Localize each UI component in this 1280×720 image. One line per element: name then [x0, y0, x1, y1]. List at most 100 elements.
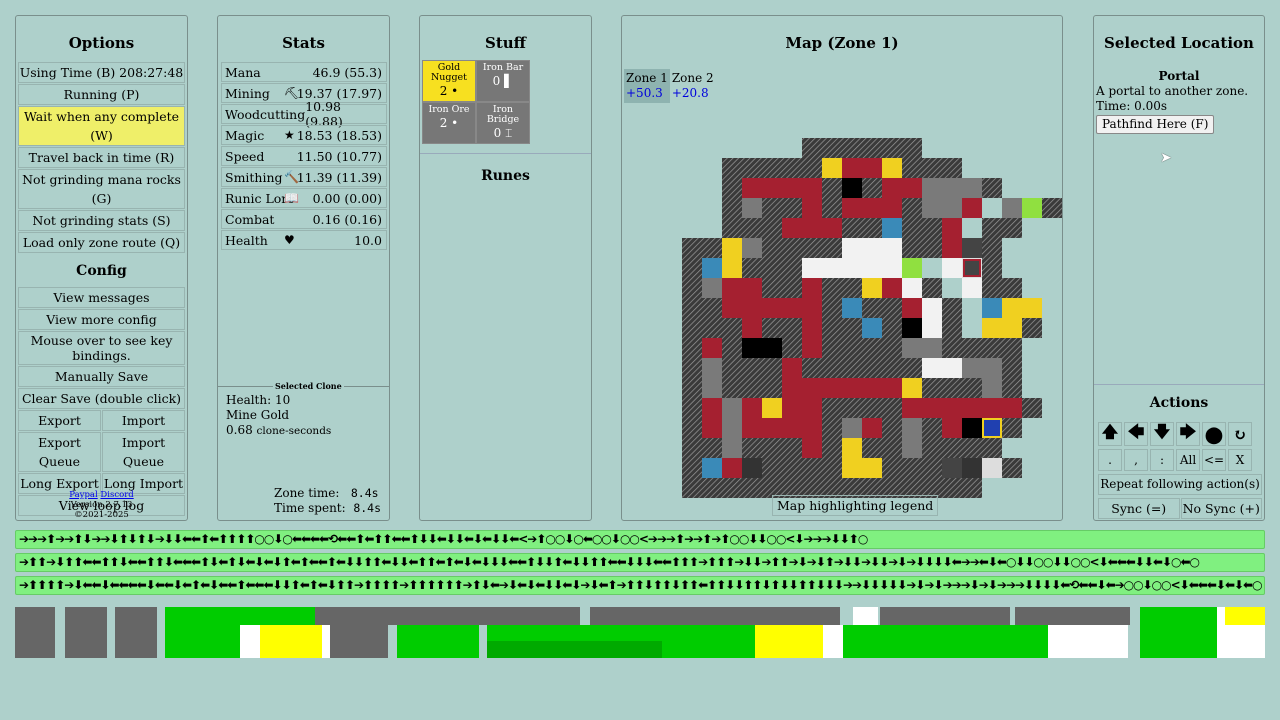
map-tile[interactable] [722, 378, 742, 398]
map-tile[interactable] [982, 358, 1002, 378]
map-tile[interactable] [1002, 198, 1022, 218]
map-tile[interactable] [902, 258, 922, 278]
map-tile[interactable] [742, 178, 762, 198]
map-tile[interactable] [942, 318, 962, 338]
map-tile[interactable] [802, 378, 822, 398]
map-tile[interactable] [842, 358, 862, 378]
map-tile[interactable] [702, 258, 722, 278]
map-tile[interactable] [922, 398, 942, 418]
map-tile[interactable] [1022, 398, 1042, 418]
map-tile[interactable] [702, 418, 722, 438]
map-tile[interactable] [762, 458, 782, 478]
map-tile[interactable] [702, 478, 722, 498]
map-tile[interactable] [742, 198, 762, 218]
map-tile[interactable] [762, 398, 782, 418]
map-tile[interactable] [762, 358, 782, 378]
map-tile[interactable] [842, 178, 862, 198]
map-tile[interactable] [862, 258, 882, 278]
map-tile[interactable] [882, 178, 902, 198]
map-tile[interactable] [802, 258, 822, 278]
map-tile[interactable] [782, 338, 802, 358]
discord-link[interactable]: Discord [100, 490, 133, 500]
map-tile[interactable] [722, 198, 742, 218]
map-tile[interactable] [1002, 218, 1022, 238]
map-tile[interactable] [942, 178, 962, 198]
map-tile[interactable] [802, 218, 822, 238]
map-tile[interactable] [882, 418, 902, 438]
map-tile[interactable] [802, 438, 822, 458]
map-tile[interactable] [922, 438, 942, 458]
map-tile[interactable] [782, 258, 802, 278]
stat-row-smithing[interactable]: Smithing 🔨 11.39 (11.39) [221, 167, 387, 187]
paypal-link[interactable]: Paypal [69, 490, 97, 500]
map-tile[interactable] [782, 418, 802, 438]
map-tile[interactable] [942, 438, 962, 458]
map-tile[interactable] [822, 398, 842, 418]
map-tile[interactable] [922, 278, 942, 298]
map-tile[interactable] [782, 238, 802, 258]
map-tile[interactable] [682, 478, 702, 498]
wait-when-complete-button[interactable]: Wait when any complete (W) [18, 106, 185, 146]
map-tile[interactable] [922, 318, 942, 338]
map-tile[interactable] [842, 458, 862, 478]
map-tile[interactable] [902, 438, 922, 458]
map-tile[interactable] [962, 178, 982, 198]
map-tile[interactable] [882, 278, 902, 298]
map-tile[interactable] [802, 418, 822, 438]
map-tile[interactable] [882, 138, 902, 158]
running-toggle-button[interactable]: Running (P) [18, 84, 185, 105]
map-tile[interactable] [862, 398, 882, 418]
map-tile[interactable] [862, 458, 882, 478]
map-tile[interactable] [882, 338, 902, 358]
grind-stats-button[interactable]: Not grinding stats (S) [18, 210, 185, 231]
map-tile[interactable] [782, 198, 802, 218]
map-tile[interactable] [902, 278, 922, 298]
map-tile[interactable] [1022, 298, 1042, 318]
map-tile[interactable] [762, 438, 782, 458]
map-tile[interactable] [742, 298, 762, 318]
clear-button[interactable]: X [1228, 449, 1252, 471]
map-tile[interactable] [842, 438, 862, 458]
map-tile[interactable] [782, 458, 802, 478]
map-tile[interactable] [1002, 318, 1022, 338]
map-tile[interactable] [982, 298, 1002, 318]
map-tile[interactable] [882, 258, 902, 278]
map-tile[interactable] [922, 378, 942, 398]
map-tile[interactable] [1002, 298, 1022, 318]
map-tile[interactable] [942, 378, 962, 398]
map-tile[interactable] [982, 398, 1002, 418]
map-tile[interactable] [722, 218, 742, 238]
map-tile[interactable] [982, 338, 1002, 358]
map-tile[interactable] [802, 138, 822, 158]
map-tile[interactable] [942, 458, 962, 478]
map-tile[interactable] [862, 218, 882, 238]
map-tile[interactable] [982, 218, 1002, 238]
map-tile[interactable] [702, 318, 722, 338]
map-tile[interactable] [782, 398, 802, 418]
map-tile[interactable] [802, 198, 822, 218]
map-tile[interactable] [942, 358, 962, 378]
map-tile[interactable] [842, 298, 862, 318]
map-tile[interactable] [682, 258, 702, 278]
map-tile[interactable] [782, 278, 802, 298]
up-arrow-button[interactable]: 🡅 [1098, 422, 1122, 446]
comma-key-button[interactable]: , [1124, 449, 1148, 471]
map-tile[interactable] [902, 418, 922, 438]
travel-back-button[interactable]: Travel back in time (R) [18, 147, 185, 168]
map-tile[interactable] [882, 218, 902, 238]
item-iron-ore[interactable]: Iron Ore 2 • [422, 102, 476, 144]
map-tile[interactable] [902, 198, 922, 218]
zone-route-button[interactable]: Load only zone route (Q) [18, 232, 185, 253]
map-tile[interactable] [982, 378, 1002, 398]
map-legend-button[interactable]: Map highlighting legend [772, 495, 939, 516]
map-tile[interactable] [922, 358, 942, 378]
map-tile[interactable] [822, 238, 842, 258]
map-tile[interactable] [722, 338, 742, 358]
map-tile[interactable] [842, 218, 862, 238]
map-tile[interactable] [742, 258, 762, 278]
map-tile[interactable] [722, 358, 742, 378]
map-tile[interactable] [1042, 198, 1062, 218]
map-tile[interactable] [962, 198, 982, 218]
import-button[interactable]: Import [102, 410, 185, 431]
map-grid[interactable] [682, 118, 1062, 498]
